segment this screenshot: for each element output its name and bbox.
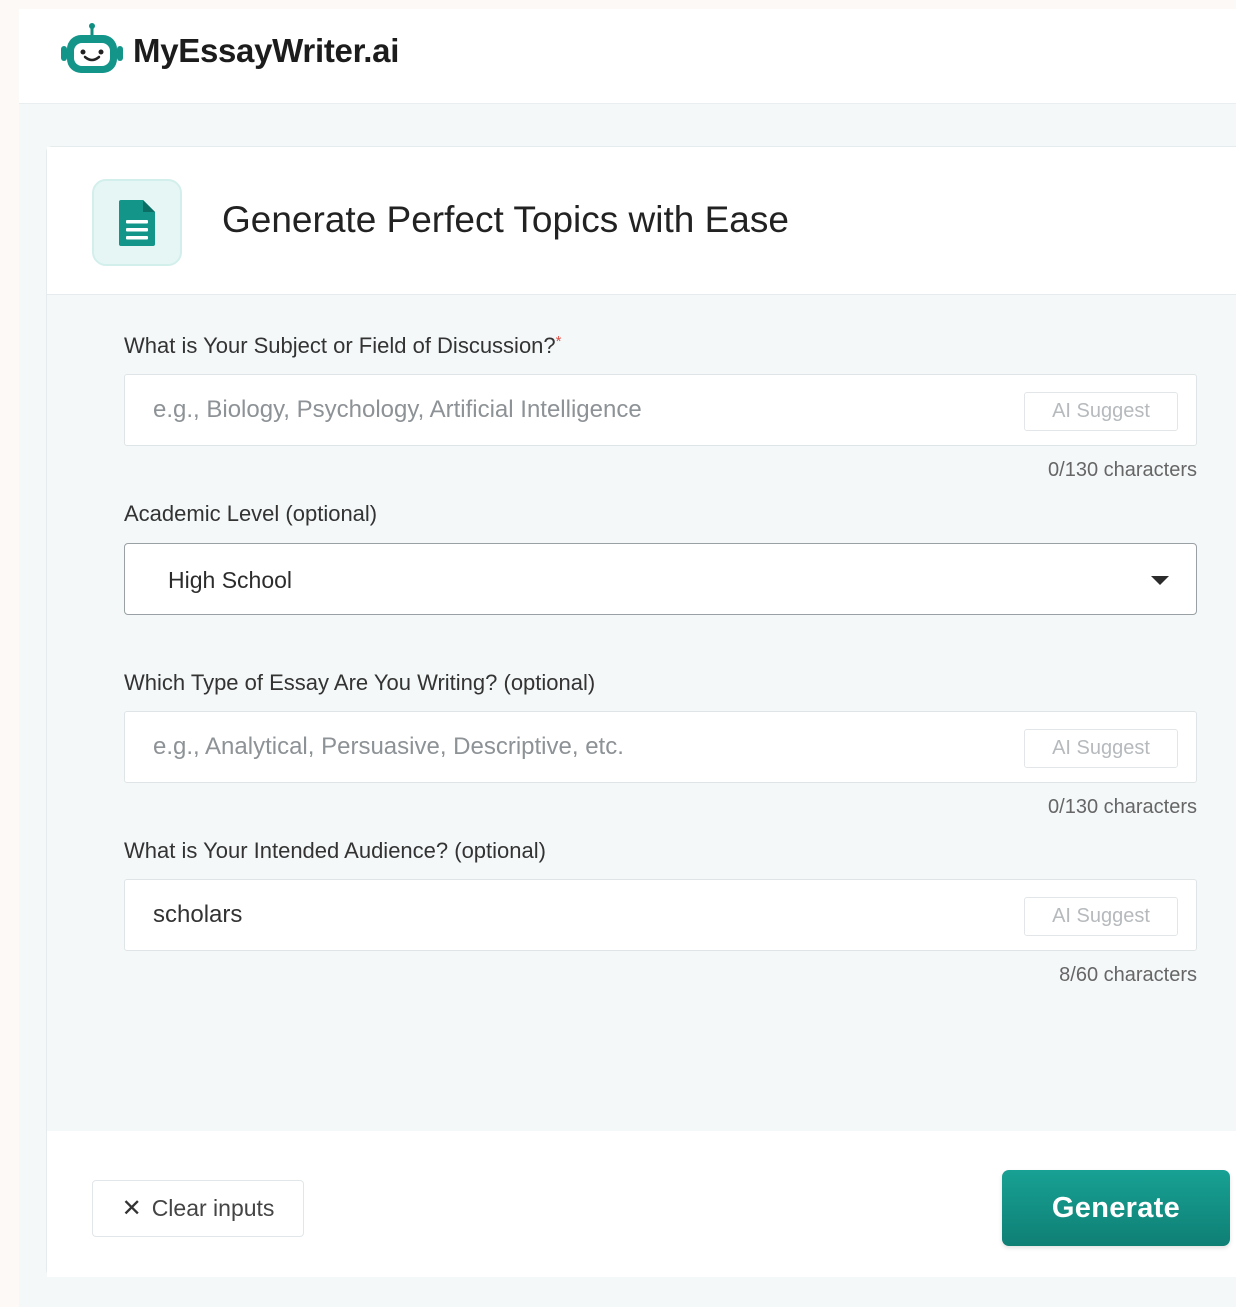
card-title: Generate Perfect Topics with Ease [222, 199, 789, 240]
card-header: Generate Perfect Topics with Ease [47, 147, 1236, 295]
subject-char-counter: 0/130 characters [1048, 459, 1197, 481]
audience-ai-suggest-button[interactable]: AI Suggest [1024, 897, 1178, 936]
subject-input[interactable] [153, 375, 1003, 445]
subject-label-text: What is Your Subject or Field of Discuss… [124, 333, 556, 358]
audience-field: AI Suggest [124, 879, 1197, 951]
subject-ai-suggest-button[interactable]: AI Suggest [1024, 392, 1178, 431]
robot-logo-icon [61, 23, 123, 73]
academic-level-value: High School [168, 567, 293, 593]
document-icon [119, 199, 155, 246]
top-bar: MyEssayWriter.ai [19, 9, 1236, 104]
close-icon: ✕ [121, 1195, 142, 1222]
clear-inputs-button[interactable]: ✕ Clear inputs [92, 1180, 304, 1237]
subject-label: What is Your Subject or Field of Discuss… [124, 333, 562, 359]
essay-type-label: Which Type of Essay Are You Writing? (op… [124, 670, 596, 695]
audience-char-counter: 8/60 characters [1059, 964, 1197, 986]
generate-button[interactable]: Generate [1002, 1170, 1230, 1246]
document-badge [92, 179, 182, 266]
audience-label: What is Your Intended Audience? (optiona… [124, 838, 546, 863]
clear-inputs-label: Clear inputs [151, 1195, 275, 1221]
essay-type-input[interactable] [153, 712, 1003, 782]
topic-generator-card: Generate Perfect Topics with Ease What i… [46, 146, 1236, 1277]
essay-type-ai-suggest-button[interactable]: AI Suggest [1024, 729, 1178, 768]
topic-form: What is Your Subject or Field of Discuss… [47, 295, 1236, 1131]
essay-type-field: AI Suggest [124, 711, 1197, 783]
audience-input[interactable] [153, 880, 1003, 950]
brand-logo[interactable]: MyEssayWriter.ai [59, 22, 399, 80]
academic-level-select[interactable]: High School [124, 543, 1197, 615]
brand-name: MyEssayWriter.ai [133, 32, 400, 69]
essay-type-char-counter: 0/130 characters [1048, 796, 1197, 818]
academic-level-label: Academic Level (optional) [124, 501, 378, 526]
chevron-down-icon [1151, 576, 1169, 585]
subject-field: AI Suggest [124, 374, 1197, 446]
card-footer: ✕ Clear inputs Generate [47, 1131, 1236, 1277]
required-marker: * [555, 333, 562, 350]
